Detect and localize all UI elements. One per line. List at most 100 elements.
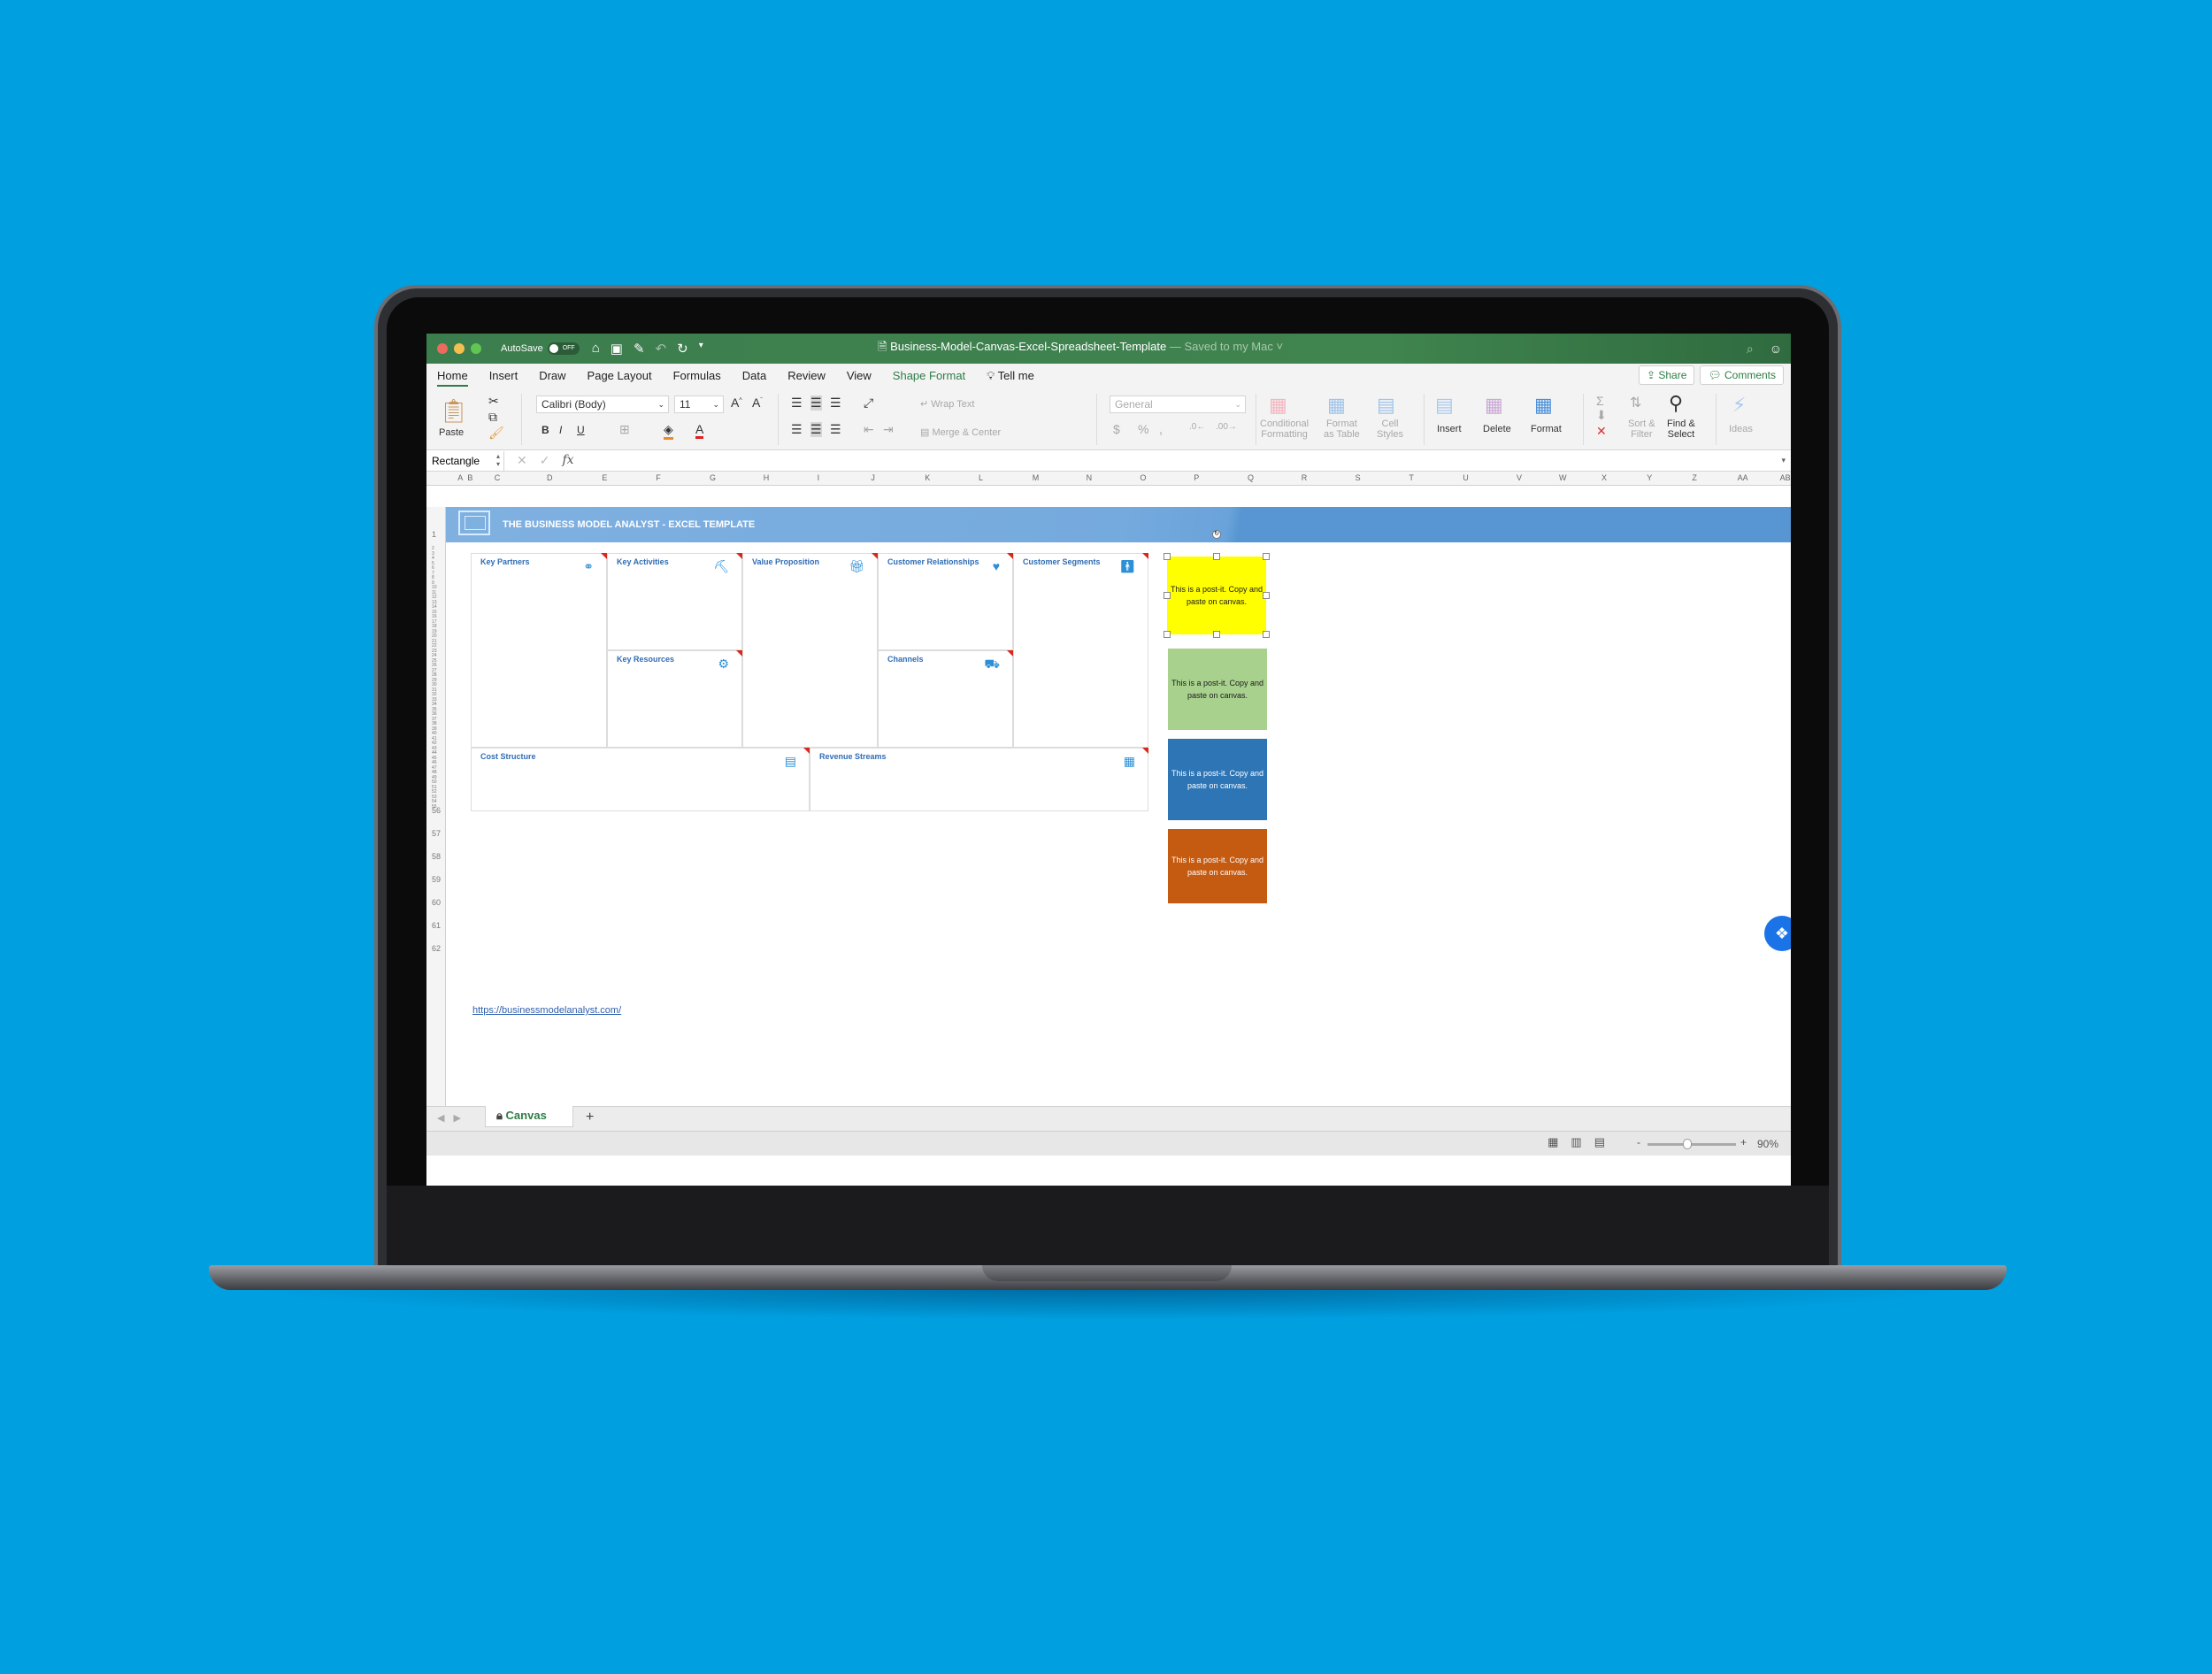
tab-review[interactable]: Review bbox=[777, 364, 836, 388]
align-middle-icon[interactable]: ☰ bbox=[810, 395, 822, 411]
column-header[interactable]: P bbox=[1194, 473, 1199, 482]
column-header[interactable]: G bbox=[710, 473, 716, 482]
row-header[interactable]: 59 bbox=[432, 875, 441, 884]
postit-green[interactable]: This is a post-it. Copy and paste on can… bbox=[1168, 649, 1267, 730]
column-header[interactable]: U bbox=[1463, 473, 1469, 482]
postit-yellow[interactable]: This is a post-it. Copy and paste on can… bbox=[1167, 557, 1266, 634]
autosave-toggle[interactable]: OFF bbox=[547, 342, 580, 355]
undo-icon[interactable]: ↶ bbox=[656, 341, 667, 357]
find-icon[interactable]: ⚲ bbox=[1669, 392, 1683, 415]
comment-indicator[interactable] bbox=[1007, 650, 1013, 657]
conditional-formatting-icon[interactable]: ▦ bbox=[1269, 394, 1287, 417]
comment-indicator[interactable] bbox=[601, 553, 607, 559]
resize-handle[interactable] bbox=[1213, 631, 1220, 638]
ideas-lightning-icon[interactable]: ⚡︎ bbox=[1732, 394, 1746, 417]
resize-handle[interactable] bbox=[1164, 592, 1171, 599]
confirm-formula-icon[interactable]: ✓ bbox=[540, 453, 550, 468]
zoom-slider[interactable] bbox=[1647, 1139, 1736, 1149]
insert-button[interactable]: Insert bbox=[1437, 424, 1462, 434]
paste-button[interactable]: Paste bbox=[439, 427, 464, 438]
font-size-select[interactable]: 11 ⌄ bbox=[674, 395, 724, 413]
sheet-tab-canvas[interactable]: 🔒︎ Canvas bbox=[485, 1106, 573, 1127]
format-cells-icon[interactable]: ▦ bbox=[1534, 394, 1553, 417]
percent-icon[interactable]: % bbox=[1138, 422, 1148, 436]
column-header[interactable]: R bbox=[1302, 473, 1308, 482]
redo-icon[interactable]: ↻ bbox=[677, 341, 688, 357]
postit-blue[interactable]: This is a post-it. Copy and paste on can… bbox=[1168, 739, 1267, 820]
row-header[interactable]: 62 bbox=[432, 944, 441, 953]
tab-draw[interactable]: Draw bbox=[528, 364, 576, 388]
paste-icon[interactable]: 📋︎ bbox=[439, 397, 468, 425]
comment-indicator[interactable] bbox=[736, 553, 742, 559]
comments-button[interactable]: 💬︎ Comments bbox=[1700, 365, 1784, 385]
page-layout-view-icon[interactable]: ▥ bbox=[1571, 1135, 1581, 1149]
insert-function-icon[interactable]: fx bbox=[562, 453, 573, 468]
dropbox-icon[interactable]: ❖ bbox=[1764, 916, 1791, 951]
customize-toolbar-icon[interactable]: ▾ bbox=[699, 341, 703, 357]
column-header[interactable]: Y bbox=[1647, 473, 1652, 482]
column-header[interactable]: C bbox=[495, 473, 501, 482]
cell-styles-button[interactable]: Cell Styles bbox=[1377, 418, 1403, 440]
align-right-icon[interactable]: ☰ bbox=[830, 422, 841, 437]
maximize-button[interactable] bbox=[471, 343, 481, 354]
home-icon[interactable]: ⌂ bbox=[592, 341, 600, 357]
tab-formulas[interactable]: Formulas bbox=[663, 364, 732, 388]
clear-icon[interactable]: ✕ bbox=[1596, 424, 1607, 439]
worksheet-grid[interactable]: 1 2 3 4 5 6 7 8 9 10 11 12 13 14 15 16 17 18 19 20 21 22 23 24 2… bbox=[426, 507, 1791, 1106]
column-header[interactable]: B bbox=[467, 473, 472, 482]
zoom-slider-knob[interactable] bbox=[1683, 1139, 1692, 1149]
resize-handle[interactable] bbox=[1213, 553, 1220, 560]
row-header[interactable]: 57 bbox=[432, 829, 441, 838]
increase-indent-icon[interactable]: ⇥ bbox=[883, 422, 894, 437]
column-header[interactable]: E bbox=[602, 473, 607, 482]
resize-handle[interactable] bbox=[1263, 592, 1270, 599]
page-break-view-icon[interactable]: ▤ bbox=[1594, 1135, 1605, 1149]
column-header[interactable]: V bbox=[1517, 473, 1522, 482]
row-header[interactable]: 60 bbox=[432, 898, 441, 907]
name-box-stepper-icon[interactable]: ▴ ▾ bbox=[496, 452, 500, 468]
merge-center-button[interactable]: ▤ Merge & Center bbox=[920, 427, 1001, 438]
borders-icon[interactable]: ⊞ bbox=[619, 422, 630, 437]
resize-handle[interactable] bbox=[1263, 631, 1270, 638]
format-painter-icon[interactable]: 🖌︎ bbox=[488, 426, 504, 441]
column-header[interactable]: M bbox=[1033, 473, 1040, 482]
font-name-select[interactable]: Calibri (Body) ⌄ bbox=[536, 395, 669, 413]
tab-insert[interactable]: Insert bbox=[479, 364, 529, 388]
next-sheet-icon[interactable]: ▶ bbox=[453, 1113, 469, 1124]
comment-indicator[interactable] bbox=[1142, 748, 1148, 754]
fill-color-icon[interactable]: ◈ bbox=[664, 422, 673, 440]
block-key-activities[interactable]: Key Activities ⛏ bbox=[607, 553, 742, 650]
column-header[interactable]: S bbox=[1356, 473, 1361, 482]
column-header[interactable]: Z bbox=[1692, 473, 1697, 482]
search-icon[interactable]: ⌕ bbox=[1747, 342, 1754, 357]
resize-handle[interactable] bbox=[1164, 553, 1171, 560]
column-header[interactable]: A bbox=[457, 473, 463, 482]
share-button[interactable]: ⇪ Share bbox=[1638, 365, 1695, 385]
column-header[interactable]: O bbox=[1140, 473, 1146, 482]
column-header[interactable]: L bbox=[979, 473, 983, 482]
align-left-icon[interactable]: ☰ bbox=[791, 422, 803, 437]
format-as-table-button[interactable]: Format as Table bbox=[1324, 418, 1360, 440]
ideas-button[interactable]: Ideas bbox=[1729, 424, 1753, 434]
underline-icon[interactable]: U bbox=[577, 424, 585, 436]
resize-handle[interactable] bbox=[1164, 631, 1171, 638]
block-cost-structure[interactable]: Cost Structure ▤ bbox=[471, 748, 810, 811]
minimize-button[interactable] bbox=[454, 343, 465, 354]
block-value-proposition[interactable]: Value Proposition 🎁︎ bbox=[742, 553, 878, 748]
add-sheet-button[interactable]: + bbox=[586, 1110, 594, 1125]
column-header[interactable]: Q bbox=[1248, 473, 1254, 482]
zoom-in-button[interactable]: + bbox=[1740, 1136, 1747, 1148]
block-key-partners-inner[interactable]: Key Partners ⚭ bbox=[471, 553, 607, 748]
align-top-icon[interactable]: ☰ bbox=[791, 395, 803, 411]
block-revenue-streams[interactable]: Revenue Streams ▦ bbox=[810, 748, 1148, 811]
increase-decimal-icon[interactable]: .0← bbox=[1189, 422, 1205, 432]
column-header[interactable]: T bbox=[1409, 473, 1414, 482]
column-header[interactable]: W bbox=[1559, 473, 1567, 482]
column-header[interactable]: H bbox=[764, 473, 770, 482]
autosum-icon[interactable]: Σ bbox=[1596, 394, 1604, 408]
column-header[interactable]: K bbox=[925, 473, 930, 482]
row-header[interactable]: 61 bbox=[432, 921, 441, 930]
prev-sheet-icon[interactable]: ◀ bbox=[437, 1113, 453, 1124]
row-header[interactable]: 56 bbox=[432, 806, 441, 815]
resize-handle[interactable] bbox=[1263, 553, 1270, 560]
